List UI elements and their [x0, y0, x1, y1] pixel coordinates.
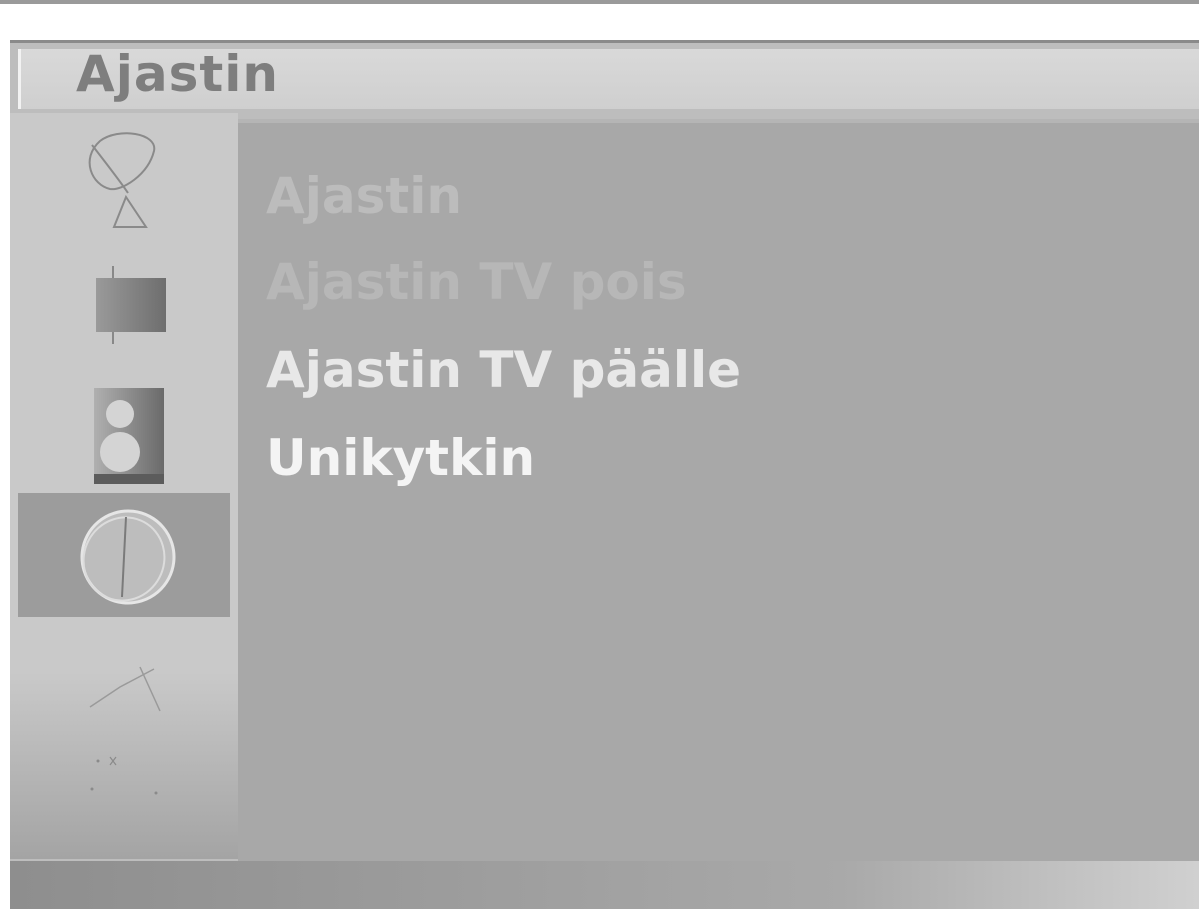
clock-timer-icon: [80, 509, 176, 605]
bottom-bar: [10, 861, 1199, 909]
extra-icon: [90, 756, 158, 795]
title-bar: Ajastin: [18, 45, 1199, 109]
sidebar-item-timer[interactable]: [18, 493, 230, 617]
satellite-dish-icon: [88, 132, 156, 228]
osd-menu: Ajastin Ajastin Ajastin TV pois Ajastin …: [10, 40, 1199, 909]
sidebar-item-settings[interactable]: [70, 653, 170, 753]
menu-panel: Ajastin Ajastin TV pois Ajastin TV pääll…: [238, 119, 1199, 861]
picture-icon: [96, 266, 166, 344]
sidebar: [10, 113, 238, 859]
sound-icon: [94, 388, 164, 484]
top-divider: [0, 0, 1199, 4]
sidebar-item-installation[interactable]: [70, 123, 170, 228]
tv-osd-screen: Ajastin Ajastin Ajastin TV pois Ajastin …: [0, 0, 1199, 909]
page-title: Ajastin: [76, 45, 279, 103]
menu-item-timer[interactable]: Ajastin: [266, 171, 462, 221]
sidebar-item-extras[interactable]: [70, 743, 170, 843]
menu-item-timer-tv-on[interactable]: Ajastin TV päälle: [266, 345, 741, 395]
settings-icon: [89, 666, 161, 712]
menu-item-sleep-timer[interactable]: Unikytkin: [266, 433, 535, 483]
sidebar-item-picture[interactable]: [70, 258, 170, 358]
menu-item-timer-tv-off[interactable]: Ajastin TV pois: [266, 257, 687, 307]
sidebar-item-sound[interactable]: [70, 378, 170, 484]
